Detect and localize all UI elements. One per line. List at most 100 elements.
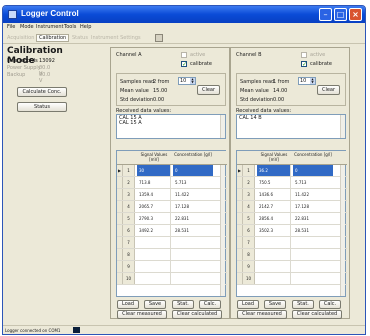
menu-mode[interactable]: Mode — [20, 24, 34, 30]
concentration-cell[interactable]: 11.422 — [173, 189, 213, 200]
channel-a-clear-button[interactable]: Clear — [197, 85, 220, 95]
concentration-cell[interactable]: 0 — [293, 165, 333, 176]
table-row[interactable]: 4 2142.7 17.128 — [237, 201, 347, 213]
menu-tools[interactable]: Tools — [64, 24, 76, 30]
concentration-cell[interactable] — [293, 237, 333, 248]
table-row[interactable]: 7 — [117, 237, 227, 249]
concentration-cell[interactable]: 5.713 — [293, 177, 333, 188]
channel-b-clear-button[interactable]: Clear — [317, 85, 340, 95]
table-row[interactable]: 10 — [117, 273, 227, 285]
signal-cell[interactable] — [137, 273, 171, 284]
channel-a-clear-measured-button[interactable]: Clear measured — [117, 310, 167, 319]
status-button[interactable]: Status — [17, 102, 67, 112]
table-row[interactable]: 2 750.5 5.713 — [237, 177, 347, 189]
concentration-cell[interactable]: 0 — [173, 165, 213, 176]
concentration-cell[interactable] — [293, 261, 333, 272]
signal-cell[interactable]: 2065.7 — [137, 201, 171, 212]
concentration-cell[interactable]: 17.128 — [293, 201, 333, 212]
signal-cell[interactable] — [257, 261, 291, 272]
signal-cell[interactable]: 36.2 — [257, 165, 291, 176]
minimize-button[interactable]: – — [319, 8, 332, 21]
signal-cell[interactable]: 2142.7 — [257, 201, 291, 212]
tab-instrument-settings[interactable]: Instrument Settings — [89, 34, 143, 42]
signal-cell[interactable] — [257, 249, 291, 260]
spinner-arrows-icon[interactable]: ▲ ▼ — [190, 78, 195, 84]
concentration-cell[interactable] — [173, 237, 213, 248]
signal-cell[interactable]: 713.8 — [137, 177, 171, 188]
grid-scrollbar[interactable] — [220, 165, 225, 296]
signal-cell[interactable]: 1359.4 — [137, 189, 171, 200]
table-row[interactable]: 8 — [117, 249, 227, 261]
channel-b-stat-button[interactable]: Stat. — [292, 300, 314, 309]
concentration-cell[interactable]: 5.713 — [173, 177, 213, 188]
table-row[interactable]: 2 713.8 5.713 — [117, 177, 227, 189]
signal-cell[interactable]: 1436.6 — [257, 189, 291, 200]
concentration-cell[interactable] — [173, 273, 213, 284]
table-row[interactable]: 5 2790.3 22.831 — [117, 213, 227, 225]
signal-cell[interactable]: 2856.4 — [257, 213, 291, 224]
spinner-arrows-icon[interactable]: ▲ ▼ — [310, 78, 315, 84]
concentration-cell[interactable]: 22.831 — [293, 213, 333, 224]
channel-a-calc-button[interactable]: Calc. — [199, 300, 221, 309]
signal-cell[interactable]: 3492.2 — [137, 225, 171, 236]
signal-cell[interactable]: 750.5 — [257, 177, 291, 188]
table-row[interactable]: 9 — [237, 261, 347, 273]
channel-b-clear-calculated-button[interactable]: Clear calculated — [292, 310, 342, 319]
signal-cell[interactable]: 30 — [137, 165, 171, 176]
table-row[interactable]: 6 3492.2 28.531 — [117, 225, 227, 237]
concentration-cell[interactable] — [293, 249, 333, 260]
concentration-cell[interactable]: 11.422 — [293, 189, 333, 200]
table-row[interactable]: ▶ 1 36.2 0 — [237, 165, 347, 177]
table-row[interactable]: 5 2856.4 22.831 — [237, 213, 347, 225]
menu-instrument[interactable]: Instrument — [36, 24, 64, 30]
table-row[interactable]: 8 — [237, 249, 347, 261]
table-row[interactable]: 9 — [117, 261, 227, 273]
channel-b-load-button[interactable]: Load — [237, 300, 259, 309]
table-row[interactable]: 3 1436.6 11.422 — [237, 189, 347, 201]
menu-file[interactable]: File — [7, 24, 15, 30]
signal-cell[interactable] — [257, 237, 291, 248]
concentration-cell[interactable]: 28.531 — [293, 225, 333, 236]
maximize-button[interactable]: □ — [334, 8, 347, 21]
channel-a-clear-calculated-button[interactable]: Clear calculated — [172, 310, 222, 319]
signal-cell[interactable] — [137, 249, 171, 260]
channel-a-samples-spinner[interactable]: 10 ▲ ▼ — [178, 77, 196, 85]
tab-acquisition[interactable]: Acquisition — [5, 34, 36, 42]
calculate-conc-button[interactable]: Calculate Conc. — [17, 87, 67, 97]
table-row[interactable]: 4 2065.7 17.128 — [117, 201, 227, 213]
table-row[interactable]: 7 — [237, 237, 347, 249]
channel-a-received-list[interactable]: CAL 15 A CAL 15 A — [116, 114, 226, 139]
toolbar-calculator-icon[interactable] — [155, 34, 163, 42]
received-scrollbar[interactable] — [340, 115, 345, 138]
table-row[interactable]: ▶ 1 30 0 — [117, 165, 227, 177]
concentration-cell[interactable] — [173, 249, 213, 260]
concentration-cell[interactable]: 28.531 — [173, 225, 213, 236]
menu-help[interactable]: Help — [80, 24, 91, 30]
signal-cell[interactable] — [137, 261, 171, 272]
close-button[interactable]: × — [349, 8, 362, 21]
channel-b-samples-spinner[interactable]: 10 ▲ ▼ — [298, 77, 316, 85]
signal-cell[interactable] — [257, 273, 291, 284]
grid-scrollbar[interactable] — [340, 165, 345, 296]
signal-cell[interactable]: 2790.3 — [137, 213, 171, 224]
channel-a-load-button[interactable]: Load — [117, 300, 139, 309]
concentration-cell[interactable] — [293, 273, 333, 284]
channel-b-save-button[interactable]: Save — [264, 300, 286, 309]
tab-status[interactable]: Status — [70, 34, 90, 42]
concentration-cell[interactable]: 22.831 — [173, 213, 213, 224]
title-bar[interactable]: Logger Control – □ × — [3, 6, 365, 23]
table-row[interactable]: 10 — [237, 273, 347, 285]
tab-calibration[interactable]: Calibration — [36, 34, 70, 42]
channel-a-stat-button[interactable]: Stat. — [172, 300, 194, 309]
channel-b-received-list[interactable]: CAL 14 B — [236, 114, 346, 139]
table-row[interactable]: 3 1359.4 11.422 — [117, 189, 227, 201]
channel-a-save-button[interactable]: Save — [144, 300, 166, 309]
table-row[interactable]: 6 3502.3 28.531 — [237, 225, 347, 237]
channel-b-clear-measured-button[interactable]: Clear measured — [237, 310, 287, 319]
received-scrollbar[interactable] — [220, 115, 225, 138]
signal-cell[interactable] — [137, 237, 171, 248]
concentration-cell[interactable]: 17.128 — [173, 201, 213, 212]
concentration-cell[interactable] — [173, 261, 213, 272]
signal-cell[interactable]: 3502.3 — [257, 225, 291, 236]
channel-b-calc-button[interactable]: Calc. — [319, 300, 341, 309]
